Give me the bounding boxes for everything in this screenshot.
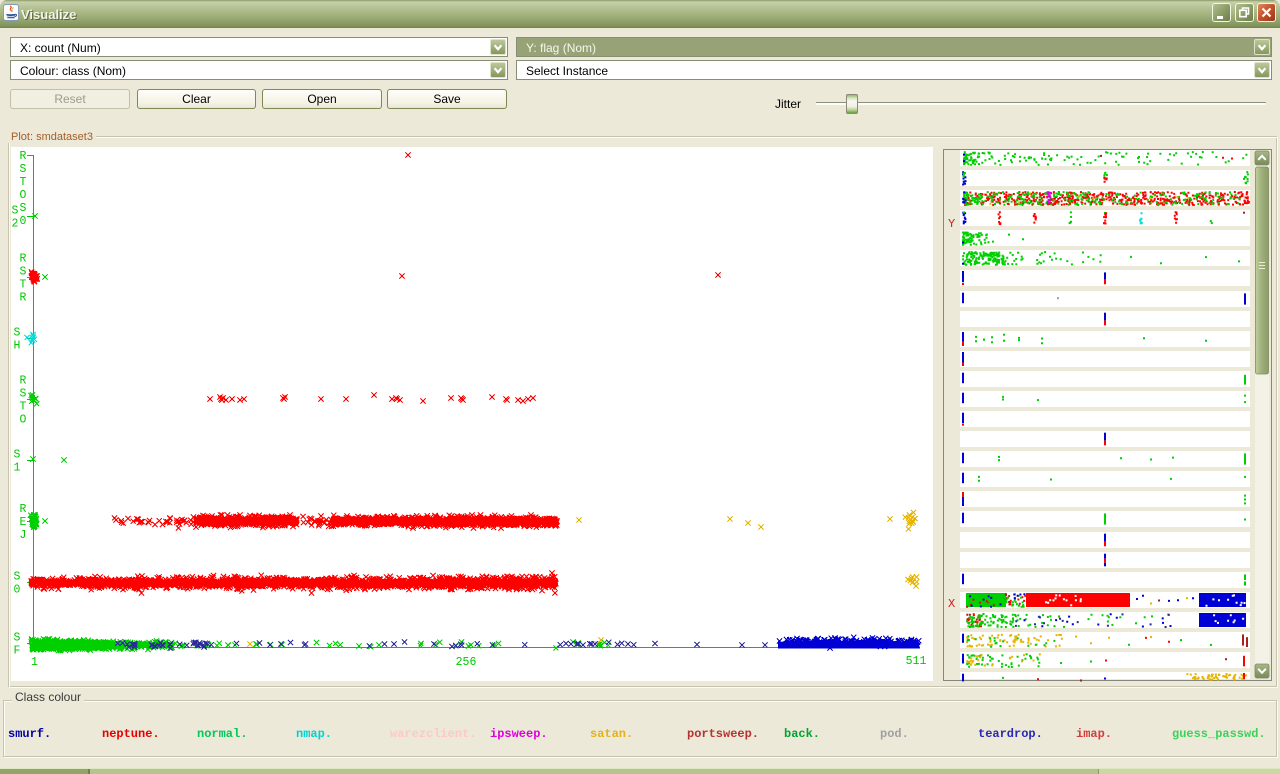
svg-text:O: O — [20, 414, 27, 427]
svg-text:Y: Y — [948, 217, 955, 231]
svg-text:256: 256 — [456, 656, 477, 669]
svg-text:R: R — [20, 503, 27, 516]
svg-text:S: S — [20, 266, 27, 279]
svg-text:0: 0 — [14, 584, 21, 597]
svg-text:R: R — [20, 375, 27, 388]
svg-text:O: O — [20, 189, 27, 202]
svg-text:T: T — [20, 279, 27, 292]
svg-text:R: R — [20, 253, 27, 266]
svg-text:T: T — [20, 176, 27, 189]
svg-text:J: J — [20, 529, 27, 542]
svg-text:S: S — [12, 205, 19, 218]
svg-text:F: F — [14, 645, 21, 658]
svg-text:S: S — [14, 571, 21, 584]
svg-text:T: T — [20, 401, 27, 414]
svg-text:S: S — [14, 327, 21, 340]
svg-text:S: S — [20, 202, 27, 215]
svg-text:H: H — [14, 340, 21, 353]
svg-text:1: 1 — [31, 656, 38, 669]
svg-text:S: S — [14, 449, 21, 462]
svg-text:S: S — [20, 388, 27, 401]
svg-text:R: R — [20, 150, 27, 163]
svg-text:S: S — [20, 163, 27, 176]
svg-text:1: 1 — [14, 462, 21, 475]
svg-text:X: X — [948, 597, 955, 611]
svg-text:511: 511 — [906, 655, 927, 668]
svg-text:Plot: smdataset3: Plot: smdataset3 — [11, 131, 93, 143]
svg-text:R: R — [20, 292, 27, 305]
svg-text:E: E — [20, 516, 27, 529]
svg-text:2: 2 — [12, 218, 19, 231]
svg-text:S: S — [14, 632, 21, 645]
svg-text:0: 0 — [20, 215, 27, 228]
